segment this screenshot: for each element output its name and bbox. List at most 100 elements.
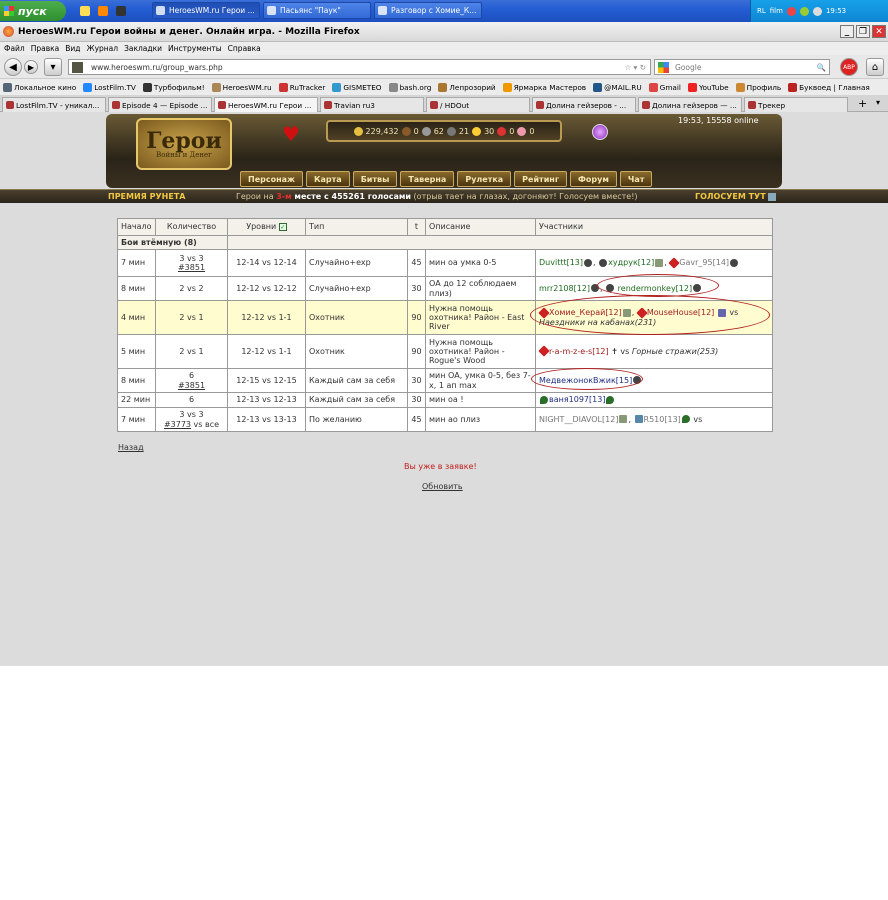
tray-label: film (769, 7, 783, 15)
bookmark-label: Профиль (746, 82, 782, 92)
url-bar[interactable]: www.heroeswm.ru/group_wars.php ☆ ▾ ↻ (68, 59, 651, 75)
bookmark[interactable]: LostFilm.TV (83, 82, 136, 92)
page-menu-icon[interactable]: ▾ (44, 58, 62, 76)
menu-bookmarks[interactable]: Закладки (124, 44, 162, 53)
volume-icon[interactable] (812, 6, 822, 16)
bookmark[interactable]: YouTube (687, 82, 729, 92)
bookmark[interactable]: Профиль (735, 82, 782, 92)
vote-label: ГОЛОСУЕМ ТУТ (695, 192, 766, 201)
nav-tavern[interactable]: Таверна (400, 171, 455, 187)
online-counter: 19:53, 15558 online (678, 116, 759, 125)
new-tab-button[interactable]: + (858, 97, 867, 110)
tab[interactable]: LostFilm.TV - уникал... (2, 97, 106, 112)
tab-active[interactable]: HeroesWM.ru Герои ... (214, 97, 318, 112)
cell-levels: 12-12 vs 1-1 (227, 300, 306, 335)
taskbar-window-chat[interactable]: Разговор с Хомие_К... (374, 2, 482, 19)
player-link[interactable]: NIGHT__DIAVOL[12] (539, 415, 618, 424)
menu-tools[interactable]: Инструменты (168, 44, 222, 53)
tab-label: Travian ru3 (334, 100, 375, 110)
tab[interactable]: Долина гейзеров - ... (532, 97, 636, 112)
premium-note: (отрыв тает на глазах, догоняют! Голосуе… (411, 192, 638, 201)
table-row[interactable]: 22 мин 6 12-13 vs 12-13 Каждый сам за се… (117, 392, 773, 408)
faction-icon (599, 258, 608, 267)
back-link[interactable]: Назад (118, 443, 144, 452)
player-link[interactable]: Gavr_95[14] (679, 258, 729, 267)
tab[interactable]: Долина гейзеров — ... (638, 97, 742, 112)
cell-time: 45 (407, 407, 426, 432)
premium-label[interactable]: ПРЕМИЯ РУНЕТА (108, 192, 185, 201)
game-logo[interactable]: Герои Войны и Денег (136, 118, 232, 170)
menu-edit[interactable]: Правка (31, 44, 60, 53)
tab-strip: LostFilm.TV - уникал... Episode 4 — Epis… (0, 95, 888, 112)
refresh-link[interactable]: Обновить (422, 482, 463, 491)
nav-chat[interactable]: Чат (619, 171, 653, 187)
start-button[interactable]: пуск (0, 1, 66, 21)
mercury-icon (446, 126, 456, 136)
bookmark[interactable]: RuTracker (278, 82, 325, 92)
vote-link[interactable]: ГОЛОСУЕМ ТУТ (695, 192, 776, 201)
tab[interactable]: Episode 4 — Episode ... (108, 97, 212, 112)
bookmark[interactable]: bash.org (388, 82, 431, 92)
nav-rating[interactable]: Рейтинг (514, 171, 567, 187)
clan-link[interactable]: #3851 (159, 263, 224, 272)
taskbar-window-solitaire[interactable]: Пасьянс "Паук" (263, 2, 371, 19)
tab-list-icon[interactable]: ▾ (876, 98, 880, 107)
maximize-button[interactable]: ❐ (856, 25, 870, 38)
close-button[interactable]: ✕ (872, 25, 886, 38)
bookmark[interactable]: Буквоед | Главная (788, 82, 870, 92)
menu-history[interactable]: Журнал (87, 44, 119, 53)
table-row[interactable]: 7 мин 3 vs 3 #3773 vs все 12-13 vs 13-13 … (117, 407, 773, 432)
bookmark[interactable]: Лепрозорий (438, 82, 496, 92)
nav-character[interactable]: Персонаж (240, 171, 303, 187)
tab[interactable]: Travian ru3 (320, 97, 424, 112)
bookmark[interactable]: Ярмарка Мастеров (502, 82, 586, 92)
bookmark[interactable]: @MAIL.RU (593, 82, 642, 92)
bookmark[interactable]: HeroesWM.ru (211, 82, 272, 92)
clan-link[interactable]: #3773 (164, 420, 191, 429)
bookmark[interactable]: Турбофильм! (142, 82, 205, 92)
cell-count: 2 vs 1 (155, 300, 228, 335)
player-link[interactable]: Duvittt[13] (539, 258, 583, 267)
table-row[interactable]: 7 мин 3 vs 3 #3851 12-14 vs 12-14 Случайн… (117, 249, 773, 277)
tray-icon[interactable] (799, 6, 809, 16)
player-link[interactable]: худрук[12] (608, 258, 654, 267)
bookmark-label: Лепрозорий (449, 82, 496, 92)
tab[interactable]: / HDOut (426, 97, 530, 112)
taskbar-window-heroes[interactable]: HeroesWM.ru Герои ... (152, 2, 260, 19)
star-icon[interactable] (80, 6, 90, 16)
player-link[interactable]: ваня1097[13] (549, 395, 605, 404)
back-arrow-icon[interactable]: ◀ (4, 58, 22, 76)
search-icon[interactable]: 🔍 (817, 63, 826, 72)
app-icon[interactable] (116, 6, 126, 16)
player-link[interactable]: r-a-m-z-e-s[12] (549, 347, 609, 356)
nav-forum[interactable]: Форум (570, 171, 617, 187)
bookmark[interactable]: Локальное кино (3, 82, 76, 92)
menu-view[interactable]: Вид (65, 44, 80, 53)
tab[interactable]: Трекер (744, 97, 848, 112)
group-title: Бои втёмную (8) (117, 235, 228, 250)
player-link[interactable]: R510[13] (644, 415, 681, 424)
reload-icon[interactable]: ☆ ▾ ↻ (624, 63, 646, 72)
menu-help[interactable]: Справка (228, 44, 261, 53)
home-icon[interactable]: ⌂ (866, 58, 884, 76)
adblock-icon[interactable]: ABP (840, 58, 858, 76)
player-link[interactable]: mrr2108[12] (539, 284, 590, 293)
nav-map[interactable]: Карта (305, 171, 350, 187)
bookmark[interactable]: GISMETEO (332, 82, 382, 92)
tray-icon[interactable] (786, 6, 796, 16)
menu-file[interactable]: Файл (4, 44, 25, 53)
forward-arrow-icon[interactable]: ▶ (24, 60, 38, 74)
table-row[interactable]: 8 мин 6 #3851 12-15 vs 12-15 Каждый сам з… (117, 368, 773, 393)
clan-link[interactable]: #3851 (159, 381, 224, 390)
search-input[interactable]: Google 🔍 (654, 59, 830, 75)
language-indicator[interactable]: RL (757, 7, 766, 15)
bookmark[interactable]: Gmail (648, 82, 681, 92)
table-row[interactable]: 5 мин 2 vs 1 12-12 vs 1-1 Охотник 90 Нуж… (117, 334, 773, 369)
nav-roulette[interactable]: Рулетка (457, 171, 512, 187)
nav-battles[interactable]: Битвы (352, 171, 398, 187)
resources-bar: 229,432 0 62 21 30 0 0 (326, 120, 562, 142)
clock[interactable]: 19:53 (826, 7, 846, 15)
levels-checkbox[interactable]: ✓ (278, 223, 287, 232)
minimize-button[interactable]: _ (840, 25, 854, 38)
firefox-icon[interactable] (98, 6, 108, 16)
